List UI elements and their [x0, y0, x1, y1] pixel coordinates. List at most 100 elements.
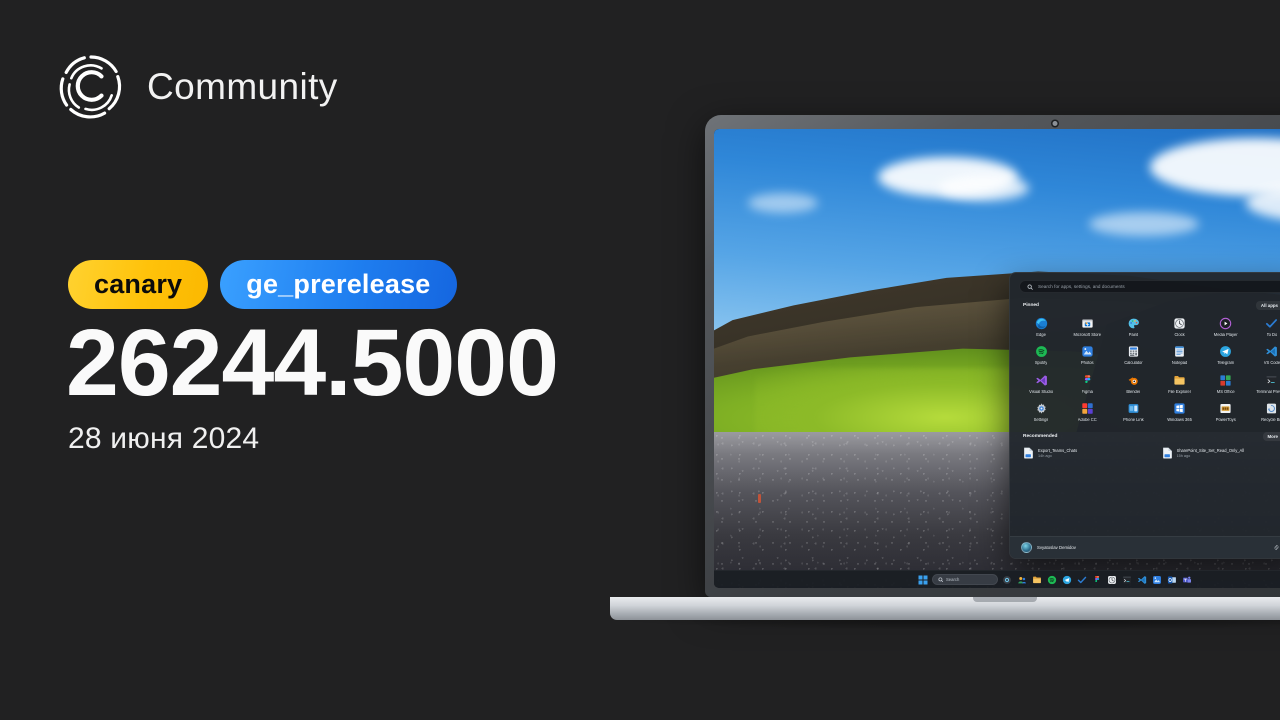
pinned-app-label: Windows 365 — [1167, 417, 1192, 422]
start-search-input[interactable]: Search for apps, settings, and documents — [1019, 280, 1280, 293]
all-apps-button[interactable]: All apps — [1255, 301, 1280, 310]
outlook-icon[interactable] — [1167, 574, 1178, 585]
pinned-app-calculator[interactable]: Calculator — [1110, 342, 1156, 368]
badge-channel[interactable]: canary — [68, 260, 209, 309]
pinned-app-telegram[interactable]: Telegram — [1203, 342, 1249, 368]
file-explorer-icon[interactable] — [1032, 574, 1043, 585]
pinned-section-header: Pinned All apps — [1010, 296, 1280, 312]
recommended-item[interactable]: Export_Teams_Chats 14h ago — [1020, 445, 1155, 461]
paint-icon — [1126, 316, 1141, 331]
powertoys-icon — [1218, 401, 1233, 416]
pinned-app-windows-365[interactable]: Windows 365 — [1157, 399, 1203, 425]
pinned-app-spotify[interactable]: Spotify — [1018, 342, 1064, 368]
pinned-app-label: Clock — [1174, 333, 1185, 337]
pinned-app-label: Spotify — [1034, 361, 1048, 366]
edge-icon — [1034, 316, 1049, 331]
telegram-icon[interactable] — [1062, 574, 1073, 585]
recommended-item-text: SharePoint_Site_Set_Read_Only_All 15h ag… — [1177, 448, 1245, 458]
settings-gear-icon — [1034, 401, 1049, 416]
pinned-app-microsoft-store[interactable]: Microsoft Store — [1064, 314, 1110, 340]
pinned-app-phone-link[interactable]: Phone Link — [1110, 399, 1156, 425]
recommended-title: Recommended — [1023, 434, 1058, 440]
blender-icon — [1126, 373, 1141, 388]
pinned-app-label: Media Player — [1213, 333, 1238, 337]
document-icon — [1023, 447, 1034, 459]
release-badges: canary ge_prerelease — [68, 260, 457, 309]
pinned-app-photos[interactable]: Photos — [1064, 342, 1110, 368]
recommended-item-time: 15h ago — [1176, 454, 1191, 459]
laptop-base-shadow — [610, 620, 1280, 630]
pinned-app-ms-office[interactable]: MS Office — [1203, 371, 1249, 397]
pinned-app-terminal-preview[interactable]: Terminal Preview — [1249, 371, 1280, 397]
recommended-item[interactable]: SharePoint_Site_Set_Read_Only_All 15h ag… — [1159, 445, 1280, 461]
start-search-placeholder: Search for apps, settings, and documents — [1038, 284, 1125, 289]
clock-icon[interactable] — [1107, 574, 1118, 585]
wallpaper-person — [758, 493, 762, 503]
pinned-app-adobe-cc[interactable]: Adobe CC — [1064, 399, 1110, 425]
pinned-app-media-player[interactable]: Media Player — [1203, 314, 1249, 340]
user-name: Svyatoslav Demidov — [1037, 545, 1076, 550]
gear-icon[interactable] — [1273, 544, 1280, 551]
release-date: 28 июня 2024 — [68, 422, 260, 455]
taskbar-search-label: Search — [946, 577, 960, 582]
photos-icon[interactable] — [1152, 574, 1163, 585]
teams-icon[interactable] — [1182, 574, 1193, 585]
recommended-item-name: Export_Teams_Chats — [1038, 448, 1078, 454]
more-label: More — [1267, 434, 1279, 440]
to-do-icon[interactable] — [1077, 574, 1088, 585]
media-player-icon — [1218, 316, 1233, 331]
file-explorer-icon — [1172, 373, 1187, 388]
vs-code-icon[interactable] — [1137, 574, 1148, 585]
pinned-app-edge[interactable]: Edge — [1018, 314, 1064, 340]
people-icon[interactable] — [1017, 574, 1028, 585]
more-button[interactable]: More — [1262, 432, 1280, 442]
webcam-dot-icon — [1052, 121, 1058, 126]
pinned-app-vs-code[interactable]: VS Code — [1249, 342, 1280, 368]
vs-code-icon — [1264, 344, 1279, 359]
pinned-app-visual-studio[interactable]: Visual Studio — [1018, 371, 1064, 397]
visual-studio-icon — [1034, 373, 1049, 388]
taskbar-search-box[interactable]: Search — [931, 574, 998, 585]
pinned-app-label: MS Office — [1216, 389, 1235, 394]
terminal-icon[interactable] — [1122, 574, 1133, 585]
start-menu-footer: Svyatoslav Demidov — [1010, 536, 1280, 558]
spotify-icon[interactable] — [1047, 574, 1058, 585]
wallpaper-cloud — [939, 174, 1030, 201]
recommended-item-time: 14h ago — [1038, 454, 1052, 459]
to-do-icon — [1264, 316, 1279, 331]
pinned-app-to-do[interactable]: To Do — [1249, 314, 1280, 340]
build-number: 26244.5000 — [66, 310, 559, 416]
search-icon — [937, 577, 944, 583]
copilot-icon[interactable] — [1002, 574, 1013, 585]
calculator-icon — [1126, 344, 1141, 359]
search-icon — [1027, 284, 1033, 290]
pinned-app-file-explorer[interactable]: File Explorer — [1157, 371, 1203, 397]
pinned-app-powertoys[interactable]: PowerToys — [1203, 399, 1249, 425]
pinned-app-clock[interactable]: Clock — [1157, 314, 1203, 340]
recycle-bin-icon — [1264, 401, 1279, 416]
document-icon — [1162, 447, 1173, 459]
pinned-app-label: PowerToys — [1215, 417, 1236, 422]
pinned-app-paint[interactable]: Paint — [1110, 314, 1156, 340]
pinned-app-label: Blender — [1126, 389, 1141, 394]
all-apps-label: All apps — [1260, 303, 1278, 308]
taskbar: Search — [714, 570, 1280, 588]
pinned-app-label: Phone Link — [1123, 417, 1144, 422]
pinned-app-recycle-bin[interactable]: Recycle Bin — [1249, 399, 1280, 425]
laptop-screen: Search for apps, settings, and documents… — [714, 129, 1280, 588]
pinned-app-blender[interactable]: Blender — [1110, 371, 1156, 397]
pinned-app-label: To Do — [1266, 333, 1278, 337]
brand-name: Community — [147, 65, 338, 107]
pinned-app-settings[interactable]: Settings — [1018, 399, 1064, 425]
pinned-app-figma[interactable]: Figma — [1064, 371, 1110, 397]
user-avatar-icon[interactable] — [1021, 542, 1032, 553]
windows-start-icon[interactable] — [918, 575, 928, 585]
figma-icon[interactable] — [1092, 574, 1103, 585]
laptop-lid: Search for apps, settings, and documents… — [705, 115, 1280, 597]
pinned-app-label: Telegram — [1217, 361, 1235, 366]
pinned-app-label: Settings — [1033, 417, 1049, 422]
pinned-app-label: Figma — [1081, 389, 1093, 394]
recommended-list: Export_Teams_Chats 14h ago SharePoint_Si… — [1010, 443, 1280, 461]
pinned-app-notepad[interactable]: Notepad — [1157, 342, 1203, 368]
badge-branch[interactable]: ge_prerelease — [220, 260, 457, 309]
